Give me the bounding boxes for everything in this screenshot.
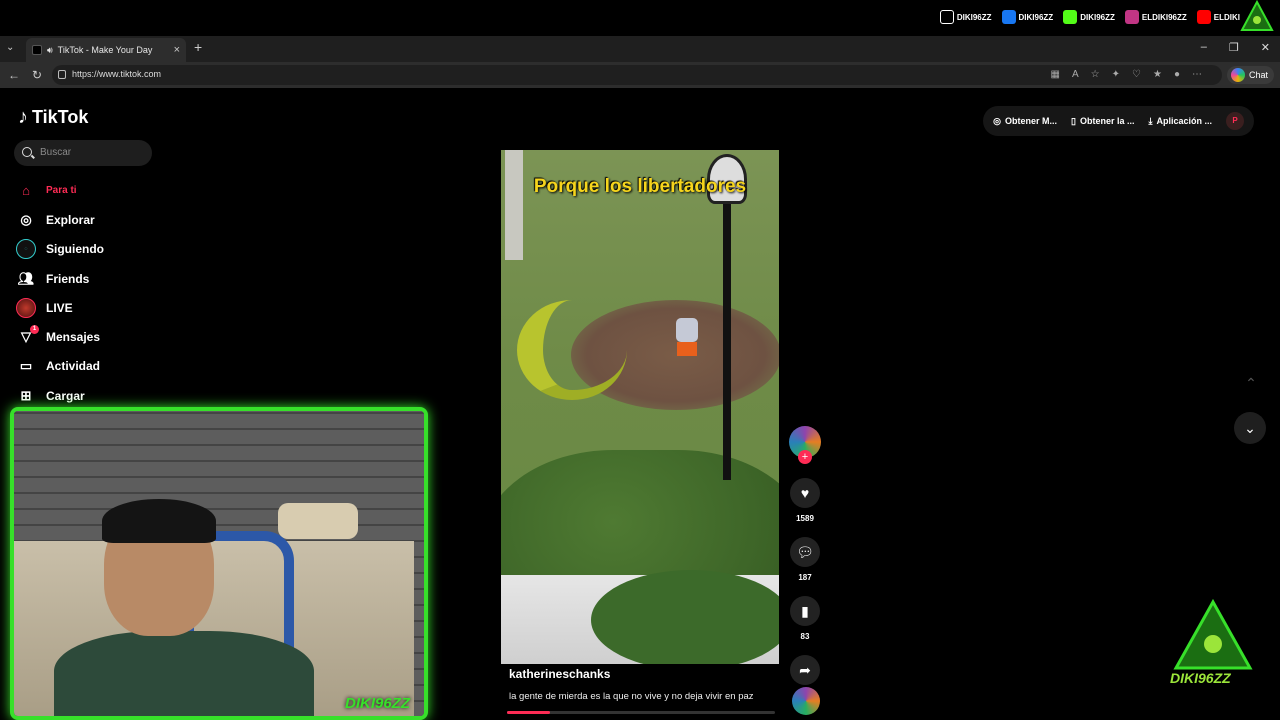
friends-icon: 👥︎ <box>17 270 35 286</box>
tiktok-icon <box>939 10 954 24</box>
sidebar-item-friends[interactable]: 👥︎ Friends <box>16 264 104 293</box>
webcam-overlay: DIKI96ZZ <box>10 407 428 720</box>
copilot-chat-button[interactable]: Chat <box>1226 66 1274 84</box>
profile-icon[interactable]: ● <box>1174 69 1180 80</box>
follow-plus-icon[interactable]: + <box>798 450 812 464</box>
social-youtube: ELDIKI <box>1196 10 1240 24</box>
webcam-tag: DIKI96ZZ <box>344 695 410 712</box>
video-progress-fill <box>507 711 550 714</box>
video-progress-bar[interactable] <box>507 711 775 714</box>
get-app-button[interactable]: ▯ Obtener la ... <box>1071 116 1134 127</box>
app-available-icon[interactable]: ▦ <box>1051 69 1060 80</box>
restore-icon[interactable]: ❐ <box>1229 41 1239 54</box>
top-actions-bar: ◎ Obtener M... ▯ Obtener la ... ⤓ Aplicació… <box>983 106 1254 136</box>
search-icon <box>22 147 32 157</box>
browser-tab-bar: ⌄ 🔊︎ TikTok - Make Your Day × + – ❐ ✕ <box>0 36 1280 62</box>
compass-icon: ◎ <box>20 211 32 227</box>
sidebar-item-cargar[interactable]: ⊞ Cargar <box>16 381 104 410</box>
social-handles: DIKI96ZZ DIKI96ZZ DIKI96ZZ ELDIKI96ZZ EL… <box>939 10 1240 24</box>
streamer-logo-icon <box>1240 0 1274 31</box>
facebook-icon <box>1001 10 1016 24</box>
url-field[interactable]: https://www.tiktok.com <box>52 65 1222 85</box>
minimize-icon[interactable]: – <box>1201 41 1207 54</box>
video-actions: + ♥ 1589 💬︎ 187 ▮ 83 ➦ 72 <box>788 426 822 700</box>
download-icon: ⤓ <box>1148 115 1153 126</box>
social-kick: DIKI96ZZ <box>1063 10 1115 24</box>
watermark-text: DIKI96ZZ <box>1170 670 1231 686</box>
sidebar-item-para-ti[interactable]: ⌂ Para ti <box>16 176 104 205</box>
browser-tab[interactable]: 🔊︎ TikTok - Make Your Day × <box>26 38 186 62</box>
like-action: ♥ 1589 <box>788 478 822 523</box>
translate-icon[interactable]: A <box>1072 69 1079 80</box>
video-player[interactable]: Porque los libertadores <box>501 150 779 664</box>
favorite-star-icon[interactable]: ☆ <box>1091 69 1100 80</box>
tiktok-logo[interactable]: ♪ TikTok <box>18 106 88 129</box>
comment-icon[interactable]: 💬︎ <box>790 537 820 567</box>
music-disc-icon[interactable] <box>792 687 820 715</box>
message-badge: 1 <box>30 325 39 335</box>
copilot-icon <box>1230 68 1245 82</box>
sidebar-item-siguiendo[interactable]: ◌ Siguiendo <box>16 235 104 264</box>
youtube-icon <box>1196 10 1211 24</box>
instagram-icon <box>1124 10 1139 24</box>
window-close-icon[interactable]: ✕ <box>1261 41 1270 54</box>
comment-count: 187 <box>798 573 812 582</box>
sidebar-item-actividad[interactable]: ▭ Actividad <box>16 352 104 381</box>
more-menu-icon[interactable]: ⋯ <box>1192 69 1202 80</box>
sidebar-item-explorar[interactable]: ◎ Explorar <box>16 205 104 234</box>
social-instagram: ELDIKI96ZZ <box>1124 10 1187 24</box>
tiktok-favicon-icon <box>32 45 42 55</box>
sidebar-item-mensajes[interactable]: ▽ 1 Mensajes <box>16 322 104 351</box>
coin-icon: ◎ <box>993 115 1002 126</box>
upload-icon: ⊞ <box>20 387 32 403</box>
save-action: ▮ 83 <box>788 596 822 641</box>
profile-avatar[interactable]: P <box>1226 112 1244 130</box>
sidebar-nav: ⌂ Para ti ◎ Explorar ◌ Siguiendo 👥︎ Frie… <box>16 176 104 410</box>
get-coins-button[interactable]: ◎ Obtener M... <box>993 116 1057 127</box>
previous-video-chevron-up-icon[interactable]: ⌃ <box>1238 370 1264 396</box>
share-icon[interactable]: ➦ <box>790 655 820 685</box>
video-author[interactable]: katherineschanks <box>509 667 610 681</box>
following-avatar-icon: ◌ <box>16 239 36 260</box>
inbox-icon: ▽ 1 <box>16 325 39 347</box>
stream-overlay-top: DIKI96ZZ DIKI96ZZ DIKI96ZZ ELDIKI96ZZ EL… <box>0 0 1280 36</box>
browser-essentials-icon[interactable]: ♡ <box>1132 69 1141 80</box>
refresh-icon[interactable]: ↻ <box>32 68 42 82</box>
tab-list-chevron-icon[interactable]: ⌄ <box>6 42 14 53</box>
speaker-icon[interactable]: 🔊︎ <box>47 45 53 56</box>
video-description: la gente de mierda es la que no vive y n… <box>509 691 754 702</box>
kick-icon <box>1063 10 1078 24</box>
sidebar-item-live[interactable]: LIVE <box>16 293 104 322</box>
new-tab-icon[interactable]: + <box>194 39 202 55</box>
favorites-icon[interactable]: ★ <box>1153 69 1162 80</box>
search-placeholder: Buscar <box>40 147 72 158</box>
comment-action: 💬︎ 187 <box>788 537 822 582</box>
browser-address-bar: ← ↻ https://www.tiktok.com ▦ A ☆ ✦ ♡ ★ ●… <box>0 62 1280 88</box>
creator-avatar[interactable]: + <box>789 426 821 464</box>
home-icon: ⌂ <box>22 183 30 199</box>
tab-title: TikTok - Make Your Day <box>57 45 153 55</box>
desktop-app-button[interactable]: ⤓ Aplicación ... <box>1149 116 1213 127</box>
save-count: 83 <box>800 632 810 641</box>
next-video-chevron-down-icon[interactable]: ⌄ <box>1234 412 1266 444</box>
social-facebook: DIKI96ZZ <box>1001 10 1053 24</box>
site-info-icon[interactable] <box>58 70 66 79</box>
search-input[interactable]: Buscar <box>14 140 152 166</box>
video-caption-overlay: Porque los libertadores <box>533 176 747 197</box>
video-person <box>676 318 698 378</box>
heart-icon[interactable]: ♥ <box>790 478 820 508</box>
back-icon[interactable]: ← <box>8 68 20 82</box>
social-tiktok: DIKI96ZZ <box>939 10 992 24</box>
bookmark-icon[interactable]: ▮ <box>790 596 820 626</box>
like-count: 1589 <box>796 514 814 523</box>
extensions-icon[interactable]: ✦ <box>1112 69 1120 80</box>
tab-close-icon[interactable]: × <box>174 44 180 56</box>
toolbar-icons: ▦ A ☆ ✦ ♡ ★ ● ⋯ <box>1051 69 1202 80</box>
phone-icon: ▯ <box>1071 115 1076 126</box>
live-avatar-icon <box>16 297 36 318</box>
activity-icon: ▭ <box>19 358 33 374</box>
window-controls: – ❐ ✕ <box>1201 41 1270 54</box>
url-text: https://www.tiktok.com <box>72 69 162 79</box>
tiktok-note-icon: ♪ <box>18 106 28 128</box>
